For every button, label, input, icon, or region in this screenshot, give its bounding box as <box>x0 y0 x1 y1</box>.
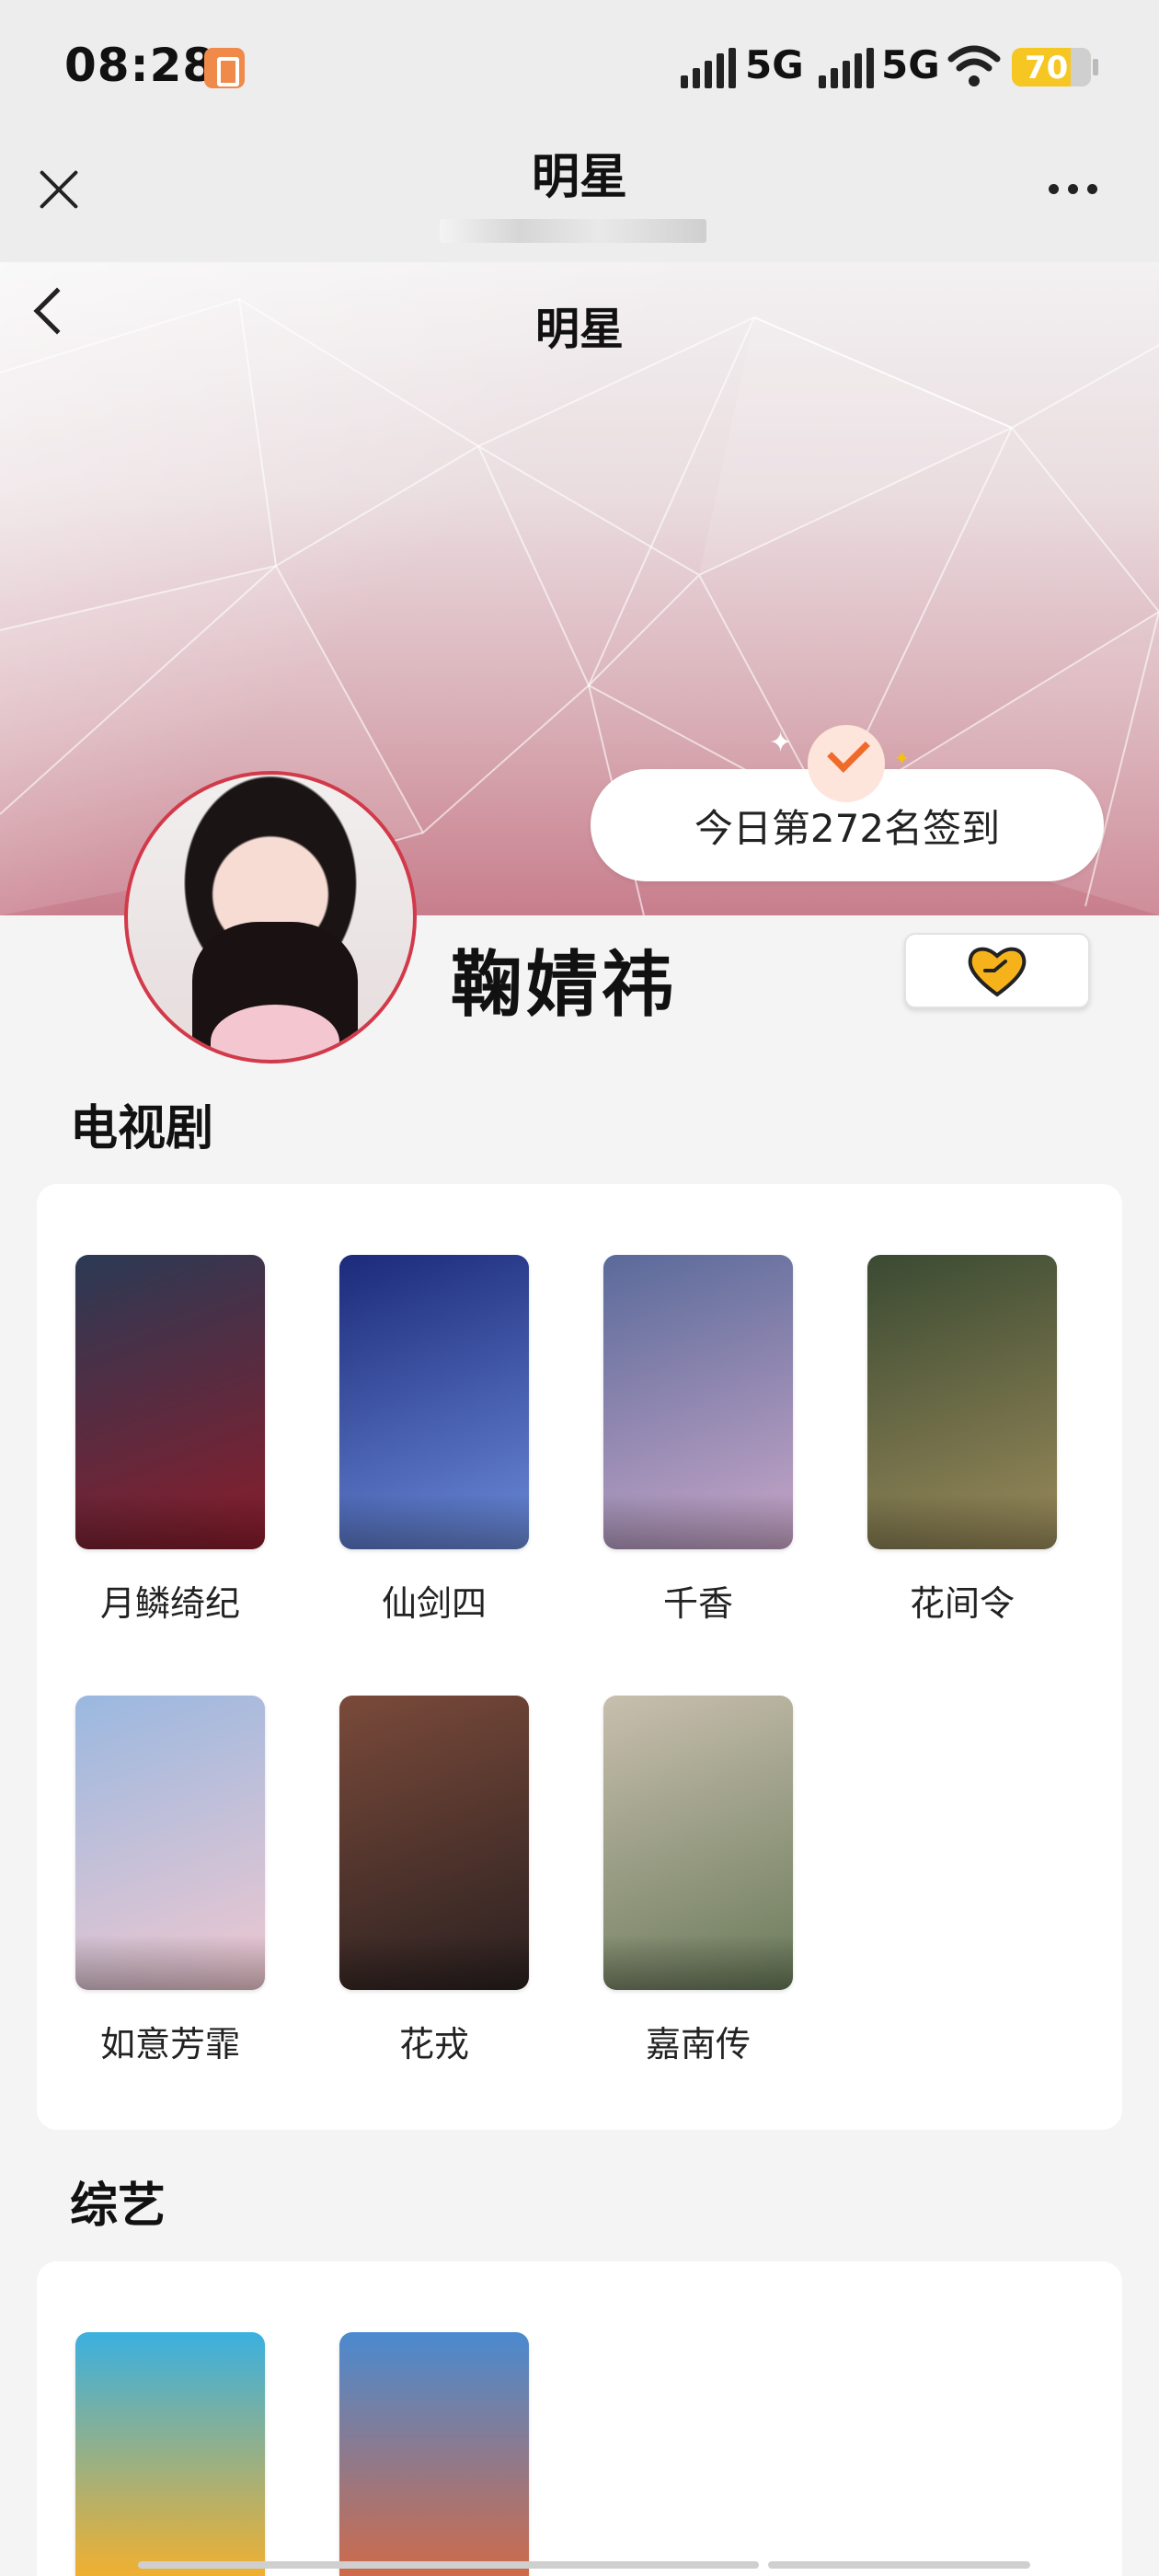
scroll-indicator <box>138 2561 759 2569</box>
poster-image <box>75 1696 265 1990</box>
battery-tip <box>1093 59 1098 75</box>
battery-level: 70 <box>1025 50 1069 86</box>
drama-title: 月鳞绮纪 <box>99 1583 240 1624</box>
drama-item[interactable]: 嘉南传 <box>603 1696 793 2066</box>
drama-item[interactable]: 如意芳霏 <box>75 1696 265 2066</box>
variety-item[interactable] <box>339 2332 529 2576</box>
variety-section-title: 综艺 <box>70 2179 166 2234</box>
drama-item[interactable]: 月鳞绮纪 <box>75 1255 265 1626</box>
sparkle-icon: ✦ <box>894 747 910 769</box>
battery-icon: 70 <box>1012 48 1091 86</box>
drama-title: 嘉南传 <box>645 2024 751 2064</box>
checkmark-icon <box>808 725 885 802</box>
drama-title: 仙剑四 <box>381 1583 487 1624</box>
notification-icon <box>204 48 245 88</box>
nav-subtitle-blurred <box>440 219 706 243</box>
drama-item[interactable]: 仙剑四 <box>339 1255 529 1626</box>
checkin-text: 今日第272名签到 <box>694 805 1001 851</box>
poster-image <box>339 2332 529 2576</box>
drama-title: 花间令 <box>909 1583 1015 1624</box>
poster-image <box>339 1696 529 1990</box>
page-title: 明星 <box>534 304 624 355</box>
signal-icon-2 <box>819 48 874 88</box>
poster-image <box>603 1696 793 1990</box>
scroll-indicator <box>768 2561 1030 2569</box>
drama-title: 千香 <box>662 1583 733 1624</box>
status-bar: 08:28 5G 5G 70 <box>0 0 1159 138</box>
drama-item[interactable]: 千香 <box>603 1255 793 1626</box>
poster-image <box>867 1255 1057 1549</box>
signal-icon <box>681 48 736 88</box>
drama-title: 花戎 <box>398 2024 469 2064</box>
status-time: 08:28 <box>64 39 216 92</box>
celebrity-name: 鞠婧祎 <box>451 944 678 1027</box>
poster-image <box>75 1255 265 1549</box>
nav-title: 明星 <box>531 150 627 205</box>
drama-title: 如意芳霏 <box>99 2024 240 2064</box>
network-type-1: 5G <box>745 42 804 87</box>
network-type-2: 5G <box>881 42 940 87</box>
tv-section-title: 电视剧 <box>70 1101 214 1156</box>
avatar <box>124 771 417 1064</box>
drama-item[interactable]: 花间令 <box>867 1255 1057 1626</box>
drama-item[interactable]: 花戎 <box>339 1696 529 2066</box>
wifi-icon <box>947 45 1001 86</box>
more-icon[interactable] <box>1049 184 1097 194</box>
variety-item[interactable] <box>75 2332 265 2576</box>
sparkle-icon: ✦ <box>769 727 793 759</box>
poster-image <box>339 1255 529 1549</box>
poster-image <box>603 1255 793 1549</box>
follow-button[interactable] <box>904 933 1090 1008</box>
poster-image <box>75 2332 265 2576</box>
heart-icon <box>968 947 1027 997</box>
